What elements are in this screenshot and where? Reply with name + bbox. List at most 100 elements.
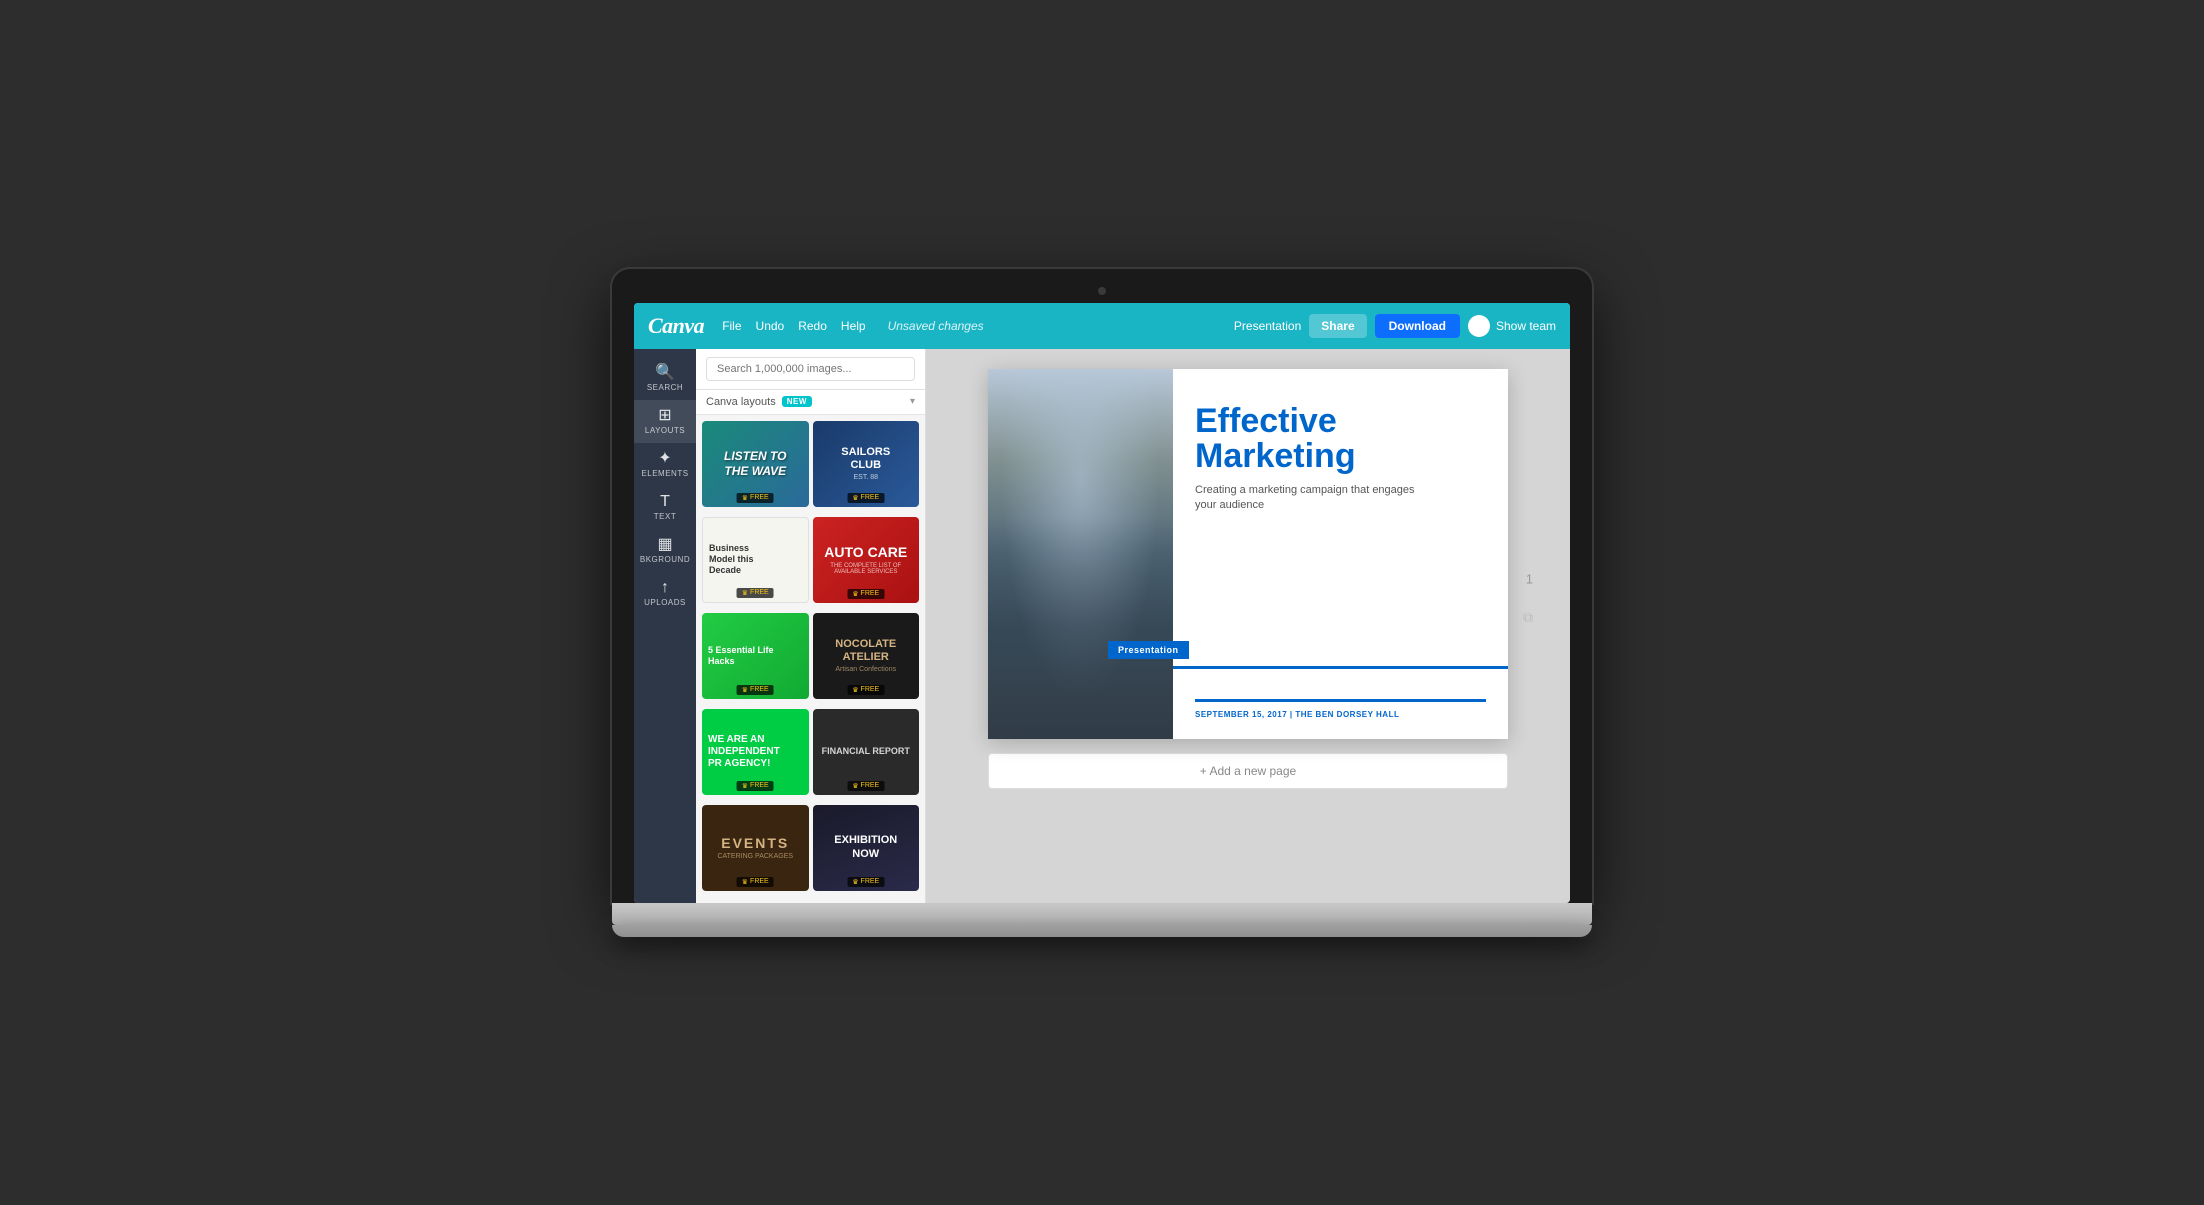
share-button[interactable]: Share [1309, 314, 1366, 338]
slide-image [988, 369, 1173, 739]
template-title: 5 Essential Life Hacks [708, 645, 803, 667]
slide[interactable]: Presentation Effective Marketing [988, 369, 1508, 739]
free-badge: ♛ FREE [847, 589, 884, 599]
copy-icon[interactable]: ⧉ [1523, 609, 1533, 626]
template-title: EXHIBITIONNOW [819, 834, 914, 860]
download-button[interactable]: Download [1375, 314, 1460, 338]
crown-icon: ♛ [852, 878, 858, 886]
template-item[interactable]: EXHIBITIONNOW ♛ FREE [813, 805, 920, 891]
crown-icon: ♛ [852, 782, 858, 790]
free-label: FREE [750, 686, 769, 693]
template-subtitle: Artisan Confections [819, 666, 914, 673]
unsaved-changes: Unsaved changes [888, 319, 984, 333]
sidebar-item-elements[interactable]: ✦ ELEMENTS [634, 443, 696, 486]
menu-redo[interactable]: Redo [798, 319, 827, 333]
sidebar-item-text[interactable]: T TEXT [634, 486, 696, 529]
add-page-button[interactable]: + Add a new page [988, 753, 1508, 789]
template-title: LISTEN TOTHE WAVE [708, 449, 803, 478]
camera [1098, 287, 1106, 295]
template-title: SAILORSCLUB [819, 446, 914, 472]
show-team-button[interactable]: Show team [1468, 315, 1556, 337]
topbar-right: Presentation Share Download Show team [1234, 314, 1556, 338]
crown-icon: ♛ [852, 494, 858, 502]
sidebar-uploads-label: UPLOADS [644, 598, 686, 607]
layouts-icon: ⊞ [658, 408, 671, 424]
team-avatar [1468, 315, 1490, 337]
sidebar-item-background[interactable]: ▦ BKGROUND [634, 529, 696, 572]
sidebar-item-uploads[interactable]: ↑ UPLOADS [634, 572, 696, 615]
template-item[interactable]: AUTO CARE THE COMPLETE LIST OF AVAILABLE… [813, 517, 920, 603]
menu-undo[interactable]: Undo [756, 319, 785, 333]
background-icon: ▦ [657, 537, 672, 553]
search-bar-wrap [696, 349, 925, 390]
slide-date: SEPTEMBER 15, 2017 | THE BEN DORSEY HALL [1195, 710, 1486, 719]
laptop-base [612, 903, 1592, 925]
menu-help[interactable]: Help [841, 319, 866, 333]
uploads-icon: ↑ [661, 580, 669, 596]
slide-right: Effective Marketing Creating a marketing… [1173, 369, 1508, 739]
free-label: FREE [750, 589, 769, 596]
free-label: FREE [861, 782, 880, 789]
crown-icon: ♛ [742, 494, 748, 502]
sidebar-item-layouts[interactable]: ⊞ LAYOUTS [634, 400, 696, 443]
laptop-shell: Canva File Undo Redo Help Unsaved change… [612, 269, 1592, 937]
slide-subtitle: Creating a marketing campaign that engag… [1195, 483, 1435, 514]
canva-logo[interactable]: Canva [648, 313, 704, 339]
free-label: FREE [861, 686, 880, 693]
template-item[interactable]: WE ARE ANINDEPENDENTPR AGENCY! ♛ FREE [702, 709, 809, 795]
crown-icon: ♛ [742, 782, 748, 790]
free-badge: ♛ FREE [847, 877, 884, 887]
new-badge: NEW [782, 396, 812, 407]
sidebar-text-label: TEXT [654, 512, 676, 521]
free-badge: ♛ FREE [847, 685, 884, 695]
main-content: 🔍 SEARCH ⊞ LAYOUTS ✦ ELEMENTS T TEXT [634, 349, 1570, 903]
crown-icon: ♛ [852, 590, 858, 598]
template-title: EVENTS [708, 835, 803, 852]
template-item[interactable]: NOCOLATEATELIER Artisan Confections ♛ FR… [813, 613, 920, 699]
template-item[interactable]: FINANCIAL REPORT ♛ FREE [813, 709, 920, 795]
free-badge: ♛ FREE [847, 781, 884, 791]
sidebar-item-search[interactable]: 🔍 SEARCH [634, 357, 696, 400]
free-label: FREE [750, 878, 769, 885]
free-label: FREE [861, 494, 880, 501]
template-item[interactable]: LISTEN TOTHE WAVE ♛ FREE [702, 421, 809, 507]
crown-icon: ♛ [852, 686, 858, 694]
template-title: NOCOLATEATELIER [819, 638, 914, 664]
slide-title-line1: Effective [1195, 404, 1486, 440]
template-subtitle: THE COMPLETE LIST OF AVAILABLE SERVICES [819, 563, 914, 575]
template-title: BusinessModel thisDecade [709, 543, 802, 575]
free-badge: ♛ FREE [847, 493, 884, 503]
template-subtitle: CATERING PACKAGES [708, 853, 803, 860]
sidebar-elements-label: ELEMENTS [641, 469, 688, 478]
free-badge: ♛ FREE [737, 877, 774, 887]
crown-icon: ♛ [742, 878, 748, 886]
layouts-header[interactable]: Canva layouts NEW ▾ [696, 390, 925, 415]
slide-container: Presentation Effective Marketing [988, 369, 1508, 789]
menu-file[interactable]: File [722, 319, 741, 333]
topbar: Canva File Undo Redo Help Unsaved change… [634, 303, 1570, 349]
search-input[interactable] [706, 357, 915, 381]
template-item[interactable]: EVENTS CATERING PACKAGES ♛ FREE [702, 805, 809, 891]
template-title: WE ARE ANINDEPENDENTPR AGENCY! [708, 734, 803, 770]
sidebar-search-label: SEARCH [647, 383, 683, 392]
sidebar-layouts-label: LAYOUTS [645, 426, 685, 435]
show-team-label: Show team [1496, 319, 1556, 333]
free-label: FREE [750, 782, 769, 789]
free-label: FREE [750, 494, 769, 501]
canvas-area: Presentation Effective Marketing [926, 349, 1570, 903]
template-item[interactable]: SAILORSCLUB EST. 88 ♛ FREE [813, 421, 920, 507]
template-title: FINANCIAL REPORT [819, 746, 914, 757]
search-icon: 🔍 [655, 365, 675, 381]
free-label: FREE [861, 590, 880, 597]
free-label: FREE [861, 878, 880, 885]
laptop-bottom [612, 925, 1592, 937]
template-item[interactable]: 5 Essential Life Hacks ♛ FREE [702, 613, 809, 699]
free-badge: ♛ FREE [737, 685, 774, 695]
templates-grid: LISTEN TOTHE WAVE ♛ FREE SAILORSCLUB [696, 415, 925, 903]
template-item[interactable]: BusinessModel thisDecade ♛ FREE [702, 517, 809, 603]
template-subtitle: EST. 88 [819, 474, 914, 481]
presentation-label: Presentation [1234, 319, 1301, 333]
slide-page-number: 1 [1526, 571, 1533, 586]
layouts-title: Canva layouts [706, 396, 776, 408]
template-title: AUTO CARE [819, 544, 914, 561]
